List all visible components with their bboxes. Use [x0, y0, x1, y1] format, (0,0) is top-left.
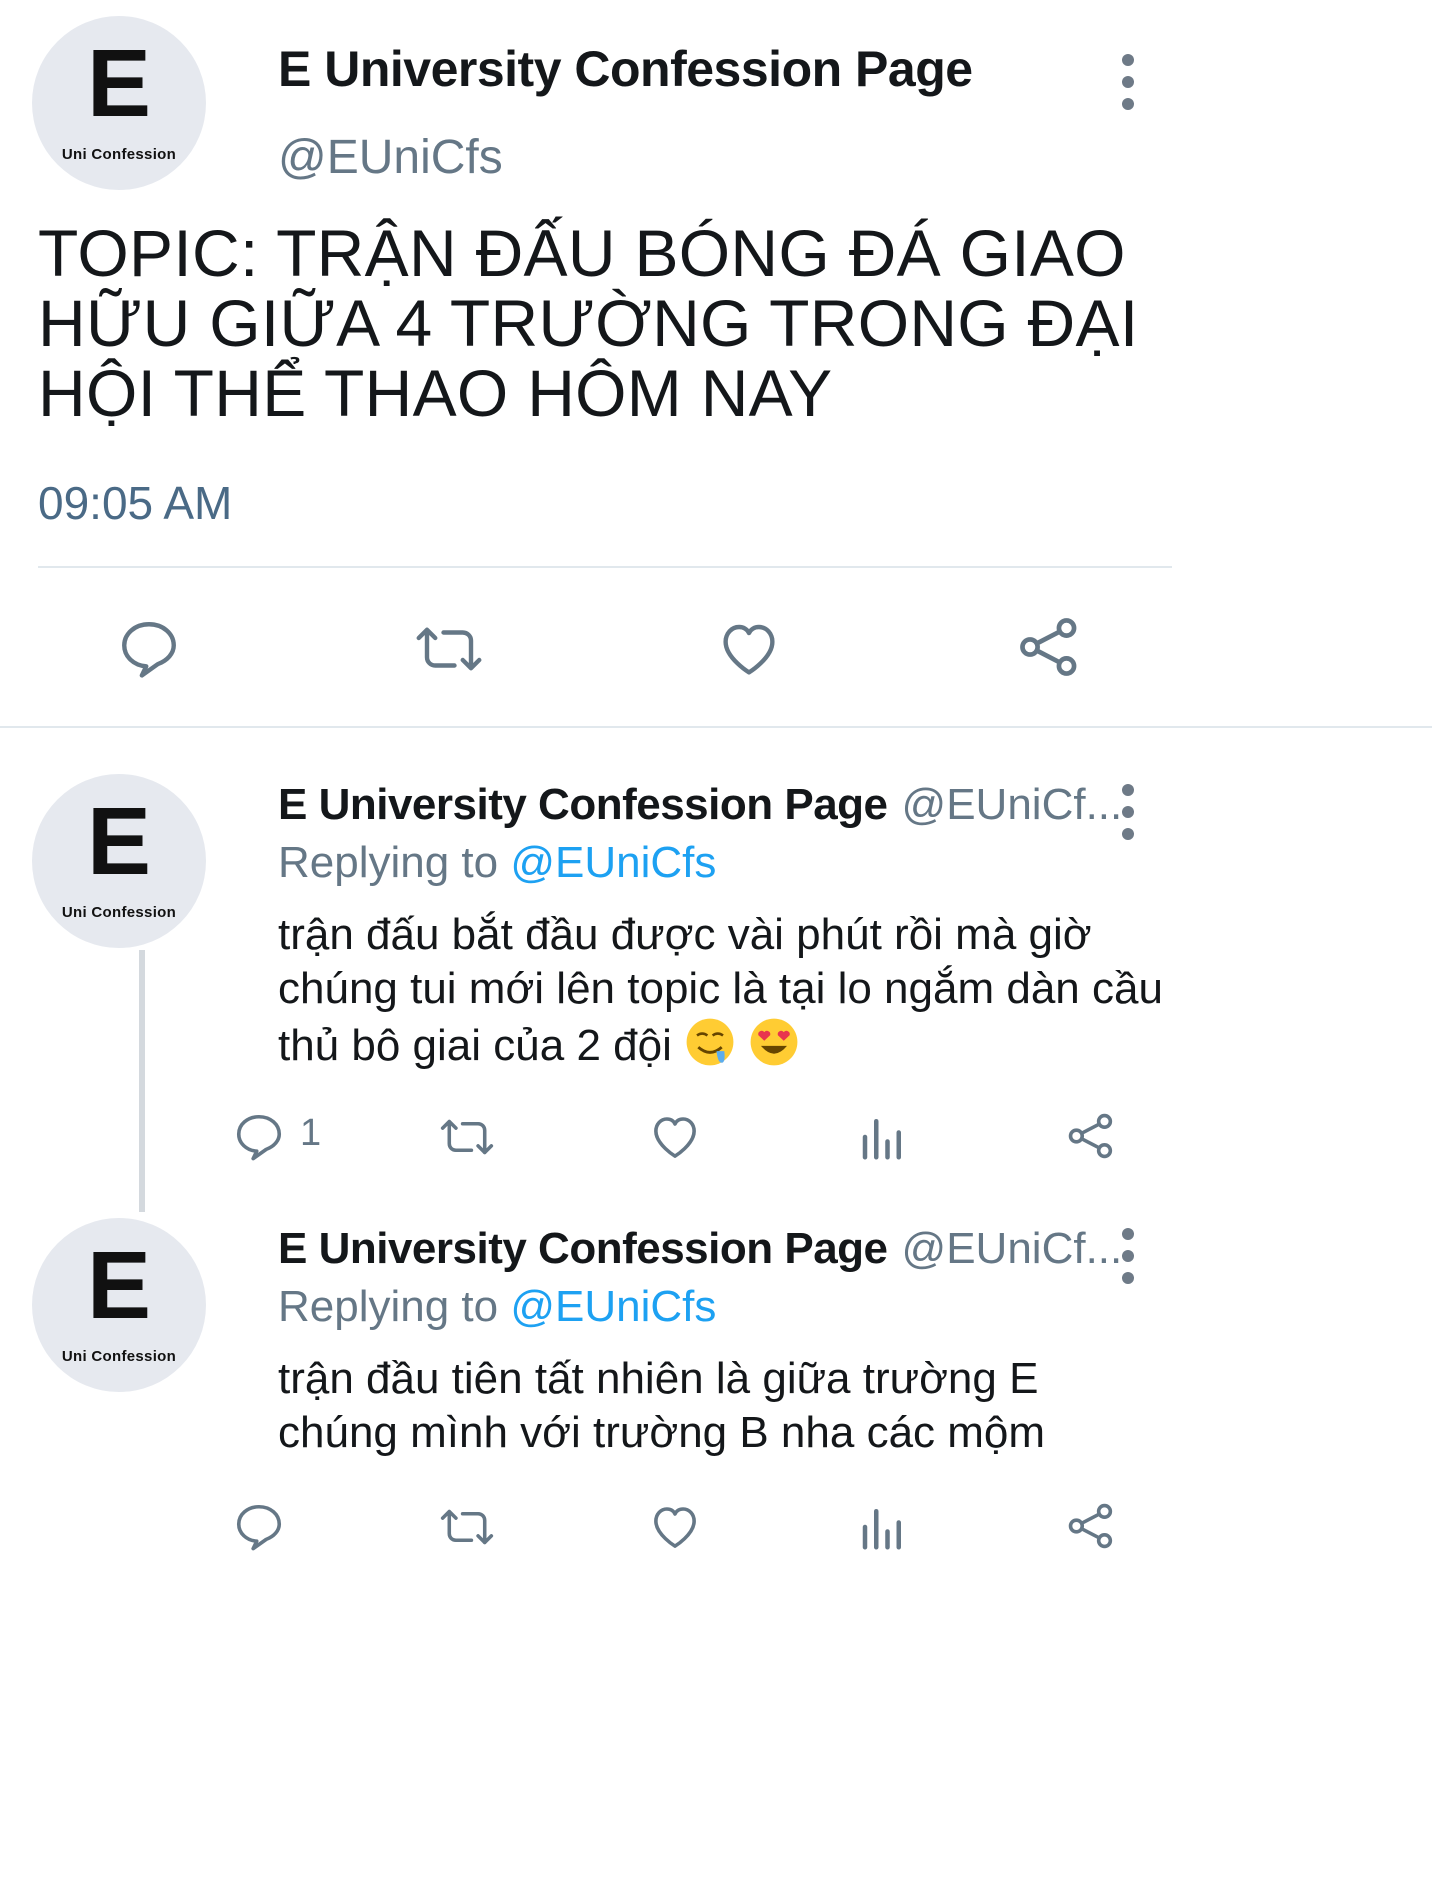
account-name[interactable]: E University Confession Page	[278, 1224, 888, 1273]
reply-count: 1	[300, 1112, 322, 1154]
share-icon[interactable]	[1064, 1108, 1118, 1164]
more-icon[interactable]	[1116, 784, 1140, 840]
avatar-caption: Uni Confession	[61, 903, 177, 921]
account-name[interactable]: E University Confession Page	[278, 40, 973, 98]
retweet-icon[interactable]	[436, 1110, 498, 1164]
mention-link[interactable]: @EUniCfs	[510, 838, 716, 887]
drooling-face-emoji	[686, 1018, 734, 1066]
reply-icon[interactable]	[232, 1500, 286, 1554]
tweet-actions	[0, 610, 1432, 700]
avatar[interactable]: E Uni Confession	[32, 16, 206, 190]
like-icon[interactable]	[648, 1110, 702, 1164]
replying-prefix: Replying to	[278, 1282, 499, 1331]
mention-link[interactable]: @EUniCfs	[510, 1282, 716, 1331]
replying-to: Replying to @EUniCfs	[278, 838, 716, 888]
reply-icon[interactable]	[232, 1110, 286, 1164]
avatar-letter: E	[86, 787, 152, 895]
reply-actions	[0, 1496, 1432, 1576]
account-handle[interactable]: @EUniCf...	[902, 780, 1123, 829]
like-icon[interactable]	[716, 616, 782, 682]
account-handle[interactable]: @EUniCfs	[278, 130, 503, 185]
divider	[38, 566, 1172, 568]
analytics-icon[interactable]	[856, 1502, 910, 1552]
retweet-icon[interactable]	[410, 616, 488, 682]
avatar-letter: E	[86, 29, 152, 137]
replying-to: Replying to @EUniCfs	[278, 1282, 716, 1332]
reply-text: trận đấu bắt đầu được vài phút rồi mà gi…	[278, 908, 1178, 1073]
avatar-caption: Uni Confession	[61, 1347, 177, 1365]
avatar[interactable]: E Uni Confession	[32, 774, 206, 948]
reply-header[interactable]: E University Confession Page @EUniCf...	[278, 1224, 1122, 1274]
replying-prefix: Replying to	[278, 838, 499, 887]
more-icon[interactable]	[1116, 54, 1140, 110]
avatar-caption: Uni Confession	[61, 145, 177, 163]
like-icon[interactable]	[648, 1500, 702, 1554]
reply-text: trận đầu tiên tất nhiên là giữa trường E…	[278, 1354, 1046, 1457]
section-divider	[0, 726, 1432, 728]
reply-actions: 1	[0, 1106, 1432, 1186]
account-name[interactable]: E University Confession Page	[278, 780, 888, 829]
avatar[interactable]: E Uni Confession	[32, 1218, 206, 1392]
heart-eyes-emoji	[750, 1018, 798, 1066]
tweet-text: TOPIC: TRẬN ĐẤU BÓNG ĐÁ GIAO HỮU GIỮA 4 …	[38, 216, 1139, 430]
share-icon[interactable]	[1014, 612, 1084, 682]
retweet-icon[interactable]	[436, 1500, 498, 1554]
analytics-icon[interactable]	[856, 1112, 910, 1162]
account-handle[interactable]: @EUniCf...	[902, 1224, 1123, 1273]
share-icon[interactable]	[1064, 1498, 1118, 1554]
reply-icon[interactable]	[116, 616, 182, 682]
avatar-letter: E	[86, 1231, 152, 1339]
tweet-timestamp: 09:05 AM	[38, 477, 233, 529]
reply-header[interactable]: E University Confession Page @EUniCf...	[278, 780, 1122, 830]
more-icon[interactable]	[1116, 1228, 1140, 1284]
